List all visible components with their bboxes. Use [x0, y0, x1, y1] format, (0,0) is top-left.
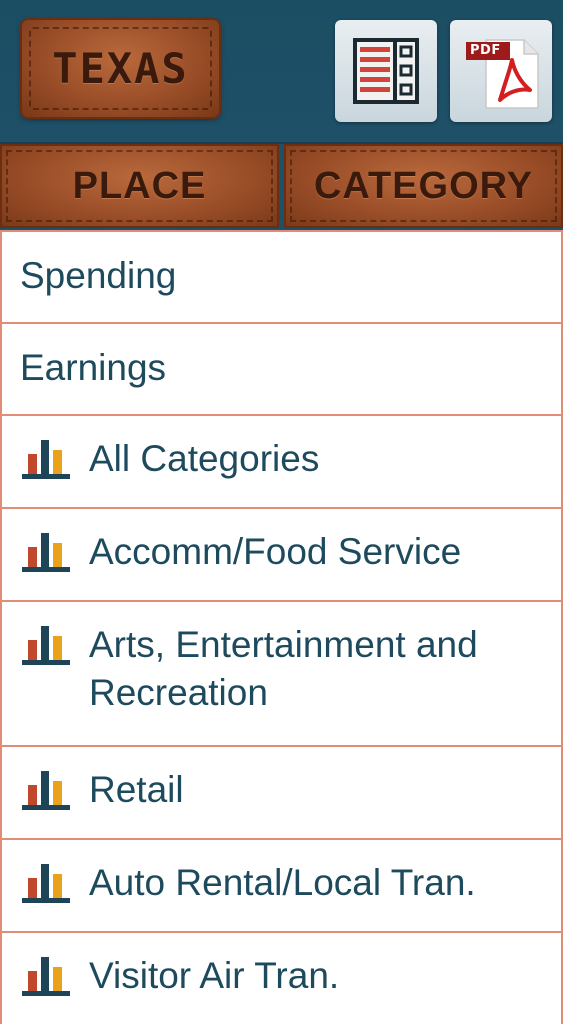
- list-item-label: Accomm/Food Service: [89, 531, 462, 572]
- pdf-icon: [466, 39, 539, 109]
- bar-chart-icon: [22, 771, 70, 810]
- pdf-button[interactable]: PDF: [450, 20, 552, 122]
- bar-chart-icon: [22, 957, 70, 996]
- table-view-button[interactable]: [335, 20, 437, 122]
- list-item-arts[interactable]: Arts, Entertainment and Recreation: [0, 600, 563, 745]
- list-item-accomm-food[interactable]: Accomm/Food Service: [0, 507, 563, 600]
- list-item-label: Spending: [20, 255, 177, 296]
- list-item-retail[interactable]: Retail: [0, 745, 563, 838]
- list-item-label: Visitor Air Tran.: [89, 955, 340, 996]
- bar-chart-icon: [22, 533, 70, 572]
- segment-control: PLACE CATEGORY: [0, 144, 563, 230]
- list-item-label: All Categories: [89, 438, 320, 479]
- list-item-label: Arts, Entertainment and Recreation: [89, 624, 478, 713]
- list-item-auto-rental[interactable]: Auto Rental/Local Tran.: [0, 838, 563, 931]
- list-item-all-categories[interactable]: All Categories: [0, 414, 563, 507]
- tab-category-label: CATEGORY: [313, 164, 534, 207]
- bar-chart-icon: [22, 440, 70, 479]
- list-item-visitor-air[interactable]: Visitor Air Tran.: [0, 931, 563, 1024]
- category-list: Spending Earnings All Categories Accomm/…: [0, 230, 563, 1024]
- texas-logo[interactable]: TEXAS: [22, 20, 219, 117]
- tab-place[interactable]: PLACE: [0, 144, 279, 228]
- app-header: TEXAS PDF PLACE CATEGORY: [0, 0, 563, 230]
- bar-chart-icon: [22, 626, 70, 665]
- logo-text: TEXAS: [52, 44, 189, 93]
- list-item-spending[interactable]: Spending: [0, 230, 563, 322]
- pdf-badge: PDF: [470, 43, 501, 58]
- tab-category[interactable]: CATEGORY: [284, 144, 563, 228]
- list-item-earnings[interactable]: Earnings: [0, 322, 563, 414]
- list-item-label: Auto Rental/Local Tran.: [89, 862, 476, 903]
- table-icon: [353, 38, 419, 104]
- tab-place-label: PLACE: [72, 164, 207, 207]
- bar-chart-icon: [22, 864, 70, 903]
- list-item-label: Retail: [89, 769, 184, 810]
- list-item-label: Earnings: [20, 347, 167, 388]
